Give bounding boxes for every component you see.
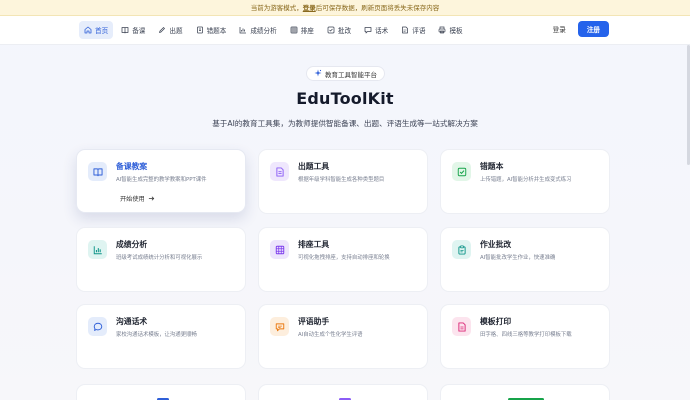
start-using-link[interactable]: 开始使用	[120, 194, 155, 203]
nav-item-label: 错题本	[206, 27, 227, 35]
nav-item-9[interactable]: 模板	[433, 21, 467, 39]
tool-card-description: 上传错题，AI智能分析并生成变式练习	[480, 177, 572, 183]
chart-icon	[239, 26, 247, 34]
nav-item-label: 批改	[337, 27, 352, 35]
nav-item-label: 排座	[300, 27, 314, 35]
tool-card-title: 评语助手	[298, 317, 330, 326]
nav-item-7[interactable]: 话术	[359, 21, 393, 39]
grid-icon	[270, 240, 289, 259]
tool-card[interactable]: 作业批改 AI智能批改学生作业，快速准确	[440, 227, 610, 292]
nav-item-3[interactable]: 错题本	[191, 21, 232, 39]
tool-card-description: AI自动生成个性化学生评语	[298, 332, 363, 338]
tool-card-description: AI智能生成完整的教学教案和PPT课件	[116, 177, 207, 183]
banner-text-suffix: 后可保存数据，刷新页面将丢失未保存内容	[315, 4, 440, 12]
nav-item-label: 首页	[95, 27, 109, 35]
top-navigation: 首页 备课 出题 错题本 成绩分析 排座 批改 话术 评语 模板 登录 注册	[0, 16, 690, 45]
badge-label: 教育工具智能平台	[325, 70, 377, 79]
stat-card	[440, 384, 610, 400]
nav-item-label: 评语	[412, 27, 426, 35]
nav-item-0[interactable]: 首页	[79, 21, 114, 39]
tool-card-title: 作业批改	[480, 240, 512, 249]
login-button[interactable]: 登录	[553, 24, 566, 34]
banner-text-prefix: 当前为游客模式，	[250, 4, 303, 12]
bar-chart-icon	[88, 240, 107, 259]
file-print-icon	[452, 317, 471, 336]
nav-item-label: 出题	[169, 27, 183, 35]
notebook-icon	[196, 26, 204, 34]
tool-card[interactable]: 排座工具可视化拖拽排座，支持自动排座和轮换	[258, 227, 428, 292]
file-text-icon	[270, 162, 289, 181]
platform-badge: 教育工具智能平台	[306, 66, 385, 81]
tool-card-title: 成绩分析	[116, 240, 148, 249]
pen-icon	[158, 26, 166, 34]
printer-icon	[438, 26, 446, 34]
stat-card	[76, 384, 246, 400]
nav-item-1[interactable]: 备课	[116, 21, 150, 39]
sparkle-icon	[314, 69, 322, 79]
nav-item-label: 备课	[132, 27, 146, 35]
tool-card-title: 沟通话术	[116, 317, 148, 326]
start-using-label: 开始使用	[120, 196, 145, 203]
nav-item-label: 成绩分析	[250, 27, 277, 35]
tool-card[interactable]: 出题工具根据年级学科智能生成各种类型题目	[258, 149, 428, 214]
tool-card-description: 根据年级学科智能生成各种类型题目	[298, 177, 385, 183]
scrollbar[interactable]	[686, 45, 690, 400]
tool-card-description: 田字格、四线三格等教学打印模板下载	[480, 332, 572, 338]
clipboard-icon	[452, 240, 471, 259]
tool-card-title: 模板打印	[480, 317, 512, 326]
tool-card-title: 备课教案	[116, 162, 148, 171]
guest-mode-banner: 当前为游客模式，登录后可保存数据，刷新页面将丢失未保存内容	[0, 0, 690, 16]
nav-item-5[interactable]: 排座	[285, 21, 319, 39]
tool-card[interactable]: 沟通话术家校沟通话术模板，让沟通更顺畅	[76, 304, 246, 369]
chat-icon	[364, 26, 372, 34]
tool-card[interactable]: 备课教案 AI智能生成完整的教学教案和PPT课件开始使用	[76, 149, 246, 213]
check-square-icon	[452, 162, 471, 181]
register-button[interactable]: 注册	[577, 21, 609, 37]
tool-card-description: 可视化拖拽排座，支持自动排座和轮换	[298, 255, 390, 261]
tool-card-description: AI智能批改学生作业，快速准确	[480, 255, 556, 261]
nav-item-2[interactable]: 出题	[153, 21, 187, 39]
nav-auth: 登录 注册	[553, 21, 609, 37]
nav-item-4[interactable]: 成绩分析	[234, 21, 281, 39]
doc-icon	[401, 26, 409, 34]
nav-item-6[interactable]: 批改	[322, 21, 356, 39]
comment-icon	[270, 317, 289, 336]
tool-card[interactable]: 成绩分析班级考试成绩统计分析和可视化展示	[76, 227, 246, 292]
tool-card-title: 排座工具	[298, 240, 330, 249]
tool-card-description: 班级考试成绩统计分析和可视化展示	[116, 255, 203, 261]
nav-items: 首页 备课 出题 错题本 成绩分析 排座 批改 话术 评语 模板	[79, 21, 468, 39]
home-icon	[84, 26, 92, 34]
tool-card[interactable]: 错题本上传错题，AI智能分析并生成变式练习	[440, 149, 610, 214]
arrow-right-icon	[148, 195, 155, 202]
grid-icon	[290, 26, 298, 34]
nav-item-label: 模板	[449, 27, 463, 35]
page-subtitle: 基于AI的教育工具集，为教师提供智能备课、出题、评语生成等一站式解决方案	[212, 119, 478, 128]
nav-item-8[interactable]: 评语	[396, 21, 430, 39]
stat-card	[258, 384, 428, 400]
tool-card[interactable]: 模板打印田字格、四线三格等教学打印模板下载	[440, 304, 610, 369]
tool-card-title: 出题工具	[298, 162, 330, 171]
tool-card-description: 家校沟通话术模板，让沟通更顺畅	[116, 332, 197, 338]
book-open-icon	[88, 162, 107, 181]
book-icon	[121, 26, 129, 34]
banner-login-link[interactable]: 登录	[303, 4, 316, 12]
tool-card-title: 错题本	[480, 162, 504, 171]
message-icon	[88, 317, 107, 336]
check-icon	[327, 26, 335, 34]
tool-card[interactable]: 评语助手 AI自动生成个性化学生评语	[258, 304, 428, 369]
nav-item-label: 话术	[375, 27, 389, 35]
page-title: EduToolKit	[296, 89, 394, 108]
